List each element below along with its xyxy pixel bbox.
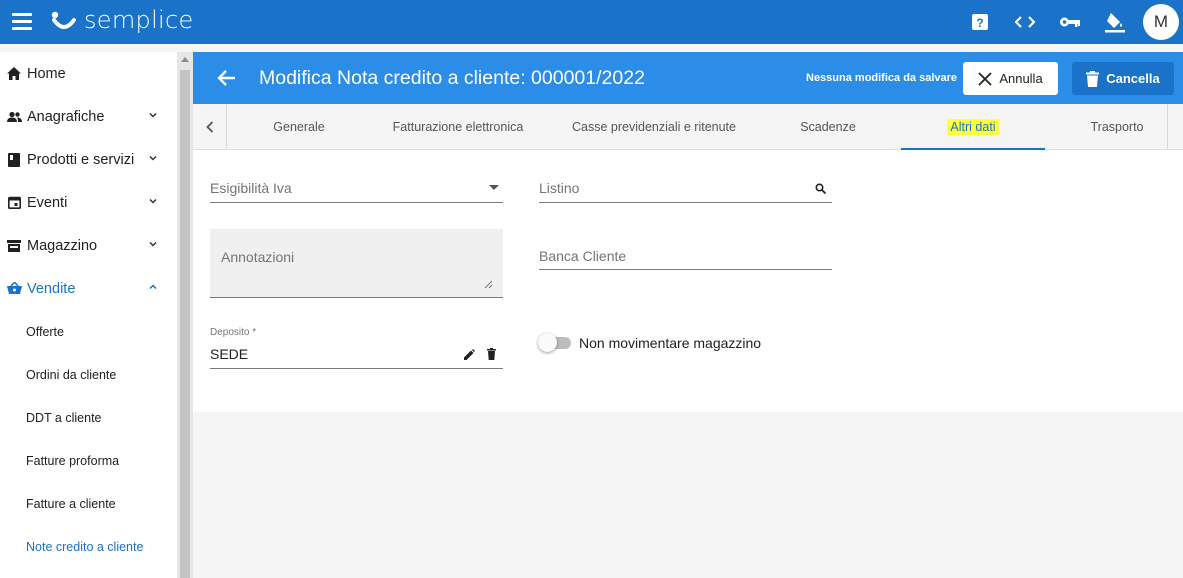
paint-bucket-icon[interactable] [1092,0,1137,44]
sidebar-item-anagrafiche[interactable]: Anagrafiche [0,95,177,138]
non-movimentare-toggle[interactable]: Non movimentare magazzino [538,333,799,354]
dropdown-arrow-icon [489,185,499,190]
annulla-label: Annulla [999,71,1043,86]
tab-scroll-left-button[interactable] [193,104,227,149]
banca-cliente-field[interactable]: Banca Cliente [539,240,832,270]
deposito-field[interactable]: Deposito * SEDE [210,327,503,369]
sidebar-subitem-offerte[interactable]: Offerte [0,310,177,353]
book-icon [6,152,22,168]
tab-scadenze[interactable]: Scadenze [783,104,873,149]
sidebar-item-label: Prodotti e servizi [27,151,135,168]
tab-label: Casse previdenziali e ritenute [572,119,736,134]
tab-label: Generale [273,119,325,134]
page-header: Modifica Nota credito a cliente: 000001/… [193,52,1183,104]
sidebar-item-home[interactable]: Home [0,52,177,95]
toggle-thumb [538,333,557,352]
sidebar-item-vendite[interactable]: Vendite [0,267,177,310]
menu-icon[interactable] [12,13,32,31]
tab-label: Scadenze [800,119,856,134]
search-icon[interactable] [815,183,826,194]
sidebar-subitem-note-credito[interactable]: Note credito a cliente [0,525,177,568]
warehouse-icon [6,238,22,254]
tab-casse-previdenziali[interactable]: Casse previdenziali e ritenute [559,104,749,149]
chevron-down-icon [149,155,157,161]
listino-label: Listino [539,180,580,196]
avatar[interactable]: M [1143,4,1179,40]
app-logo[interactable]: semplice [50,6,194,34]
tab-label: Altri dati [947,118,999,135]
sidebar-item-label: Eventi [27,194,68,211]
annulla-button[interactable]: Annulla [963,62,1058,95]
sidebar-item-magazzino[interactable]: Magazzino [0,224,177,267]
svg-text:?: ? [976,16,983,30]
tab-bar: Generale Fatturazione elettronica Casse … [193,104,1183,150]
tab-fatturazione-elettronica[interactable]: Fatturazione elettronica [383,104,533,149]
scrollbar-thumb[interactable] [180,70,190,578]
chevron-down-icon [149,112,157,118]
banca-cliente-label: Banca Cliente [539,248,627,264]
trash-icon[interactable] [487,348,496,360]
save-status-text: Nessuna modifica da salvare [806,72,958,84]
chevron-left-icon [205,120,213,133]
sidebar: Home Anagrafiche Prodotti e servizi Even… [0,52,177,578]
tab-divider [1167,104,1168,149]
sidebar-subitem-fatture-cliente[interactable]: Fatture a cliente [0,482,177,525]
sidebar-item-prodotti[interactable]: Prodotti e servizi [0,138,177,181]
sidebar-item-eventi[interactable]: Eventi [0,181,177,224]
sidebar-subitem-ddt[interactable]: DDT a cliente [0,396,177,439]
page-title: Modifica Nota credito a cliente: 000001/… [259,67,645,89]
resize-handle-icon[interactable] [484,280,493,289]
annotazioni-label: Annotazioni [221,249,295,265]
help-icon[interactable]: ? [957,0,1002,44]
edit-pencil-icon[interactable] [464,349,475,360]
back-arrow-icon[interactable] [217,68,237,88]
deposito-value: SEDE [210,346,249,362]
listino-field[interactable]: Listino [539,172,832,203]
key-icon[interactable] [1047,0,1092,44]
chevron-down-icon [149,241,157,247]
esigibilita-iva-label: Esigibilità Iva [210,180,292,196]
people-icon [6,109,22,125]
sidebar-subitem-ordini[interactable]: Ordini da cliente [0,353,177,396]
non-movimentare-label: Non movimentare magazzino [579,335,762,351]
home-icon [6,66,22,82]
code-icon[interactable] [1002,0,1047,44]
cancella-button[interactable]: Cancella [1072,62,1174,95]
cancella-label: Cancella [1106,71,1160,86]
scroll-up-arrow-icon[interactable] [181,57,189,62]
sidebar-item-label: Anagrafiche [27,108,105,125]
chevron-down-icon [149,198,157,204]
brand-name: semplice [84,6,194,34]
sidebar-subitem-fatture-proforma[interactable]: Fatture proforma [0,439,177,482]
basket-icon [6,281,22,297]
annotazioni-textarea[interactable]: Annotazioni [210,229,503,298]
logo-smile-icon [51,11,76,29]
tab-generale[interactable]: Generale [251,104,347,149]
tab-altri-dati[interactable]: Altri dati [901,104,1045,150]
deposito-label: Deposito * [210,327,257,338]
sidebar-item-label: Home [27,65,66,82]
sidebar-item-label: Vendite [27,280,76,297]
close-icon [978,71,992,86]
tab-trasporto[interactable]: Trasporto [1073,104,1161,149]
tab-label: Trasporto [1090,119,1144,134]
calendar-icon [6,195,22,211]
tab-label: Fatturazione elettronica [392,119,524,134]
esigibilita-iva-select[interactable]: Esigibilità Iva [210,172,503,203]
sidebar-item-label: Magazzino [27,237,98,254]
trash-icon [1086,70,1100,87]
top-app-bar: semplice ? M [0,0,1183,44]
chevron-up-icon [149,284,157,290]
sidebar-scrollbar[interactable] [177,52,193,578]
form-panel: Esigibilità Iva Listino Annotazioni Banc… [193,150,1183,412]
